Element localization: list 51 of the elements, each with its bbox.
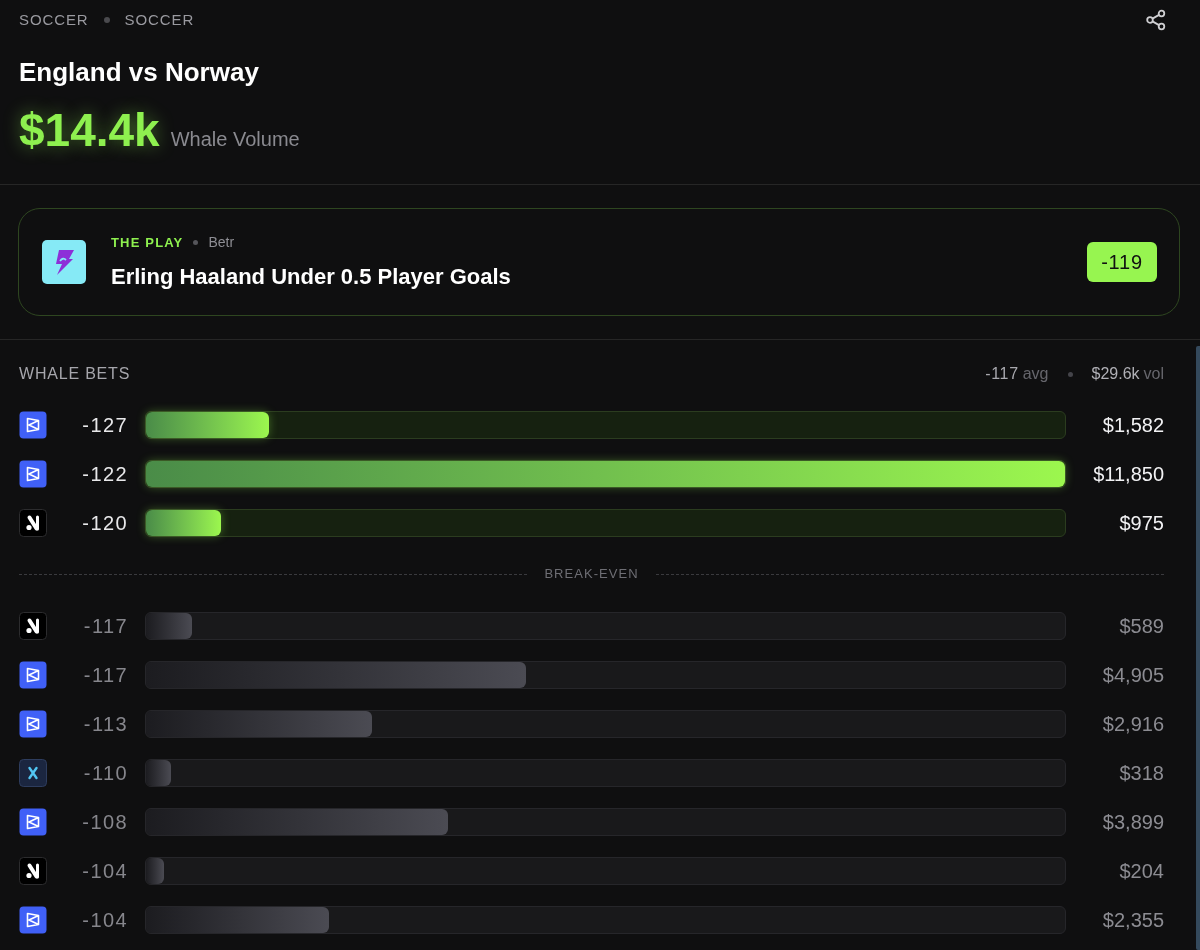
average-odds-unit: avg [1022, 364, 1049, 384]
bet-amount: $589 [1119, 613, 1164, 639]
bet-amount: $204 [1119, 858, 1164, 884]
odds-value: -117 [83, 662, 128, 688]
section-title: WHALE BETS [19, 364, 131, 384]
lightning-bolt-logo-icon [42, 240, 86, 284]
total-volume-unit: vol [1143, 364, 1164, 384]
bet-amount: $2,355 [1102, 907, 1164, 933]
scrollbar-thumb[interactable] [1196, 346, 1200, 950]
odds-value: -127 [82, 412, 128, 438]
pick-title: Erling Haaland Under 0.5 Player Goals [111, 262, 511, 291]
odds-value: -113 [83, 711, 128, 737]
odds-badge: -119 [1087, 242, 1157, 282]
sportsbook-logo-icon [19, 660, 47, 689]
breadcrumb-item[interactable]: SOCCER [19, 8, 89, 32]
sportsbook-logo-icon [19, 758, 47, 787]
separator-dot-icon [193, 240, 199, 245]
sportsbook-name: Betr [208, 233, 235, 252]
sportsbook-logo-icon [19, 905, 47, 934]
odds-value: -120 [82, 510, 128, 536]
separator-dot-icon [103, 17, 110, 23]
odds-value: -110 [83, 760, 128, 786]
sportsbook-logo-icon [19, 459, 47, 488]
share-icon[interactable] [1145, 9, 1167, 31]
play-label: THE PLAY [111, 233, 184, 252]
odds-value: -122 [82, 461, 128, 487]
bet-amount: $1,582 [1102, 412, 1164, 438]
bet-amount: $3,899 [1102, 809, 1164, 835]
sportsbook-logo-icon [19, 508, 47, 537]
bet-amount: $318 [1119, 760, 1164, 786]
sportsbook-logo-icon [19, 410, 47, 439]
whale-volume-amount: $14.4k [19, 104, 160, 156]
odds-value: -108 [82, 809, 128, 835]
odds-value: -117 [83, 613, 128, 639]
average-odds-value: -117 [985, 364, 1019, 384]
bet-amount: $11,850 [1093, 461, 1164, 487]
total-volume-value: $29.6k [1091, 364, 1140, 384]
separator-dot-icon [1067, 371, 1073, 377]
sportsbook-logo-icon [19, 709, 47, 738]
bet-amount: $4,905 [1102, 662, 1164, 688]
sportsbook-logo-icon [19, 807, 47, 836]
breadcrumb-item[interactable]: SOCCER [124, 8, 195, 32]
bet-amount: $975 [1119, 510, 1164, 536]
sportsbook-logo-icon [19, 856, 47, 885]
bet-amount: $2,916 [1102, 711, 1164, 737]
sportsbook-logo-icon [19, 611, 47, 640]
whale-volume-label: Whale Volume [170, 127, 300, 152]
odds-value: -104 [82, 907, 128, 933]
match-title: England vs Norway [19, 56, 260, 88]
break-even-label: BREAK-EVEN [544, 565, 639, 584]
odds-value: -104 [82, 858, 128, 884]
